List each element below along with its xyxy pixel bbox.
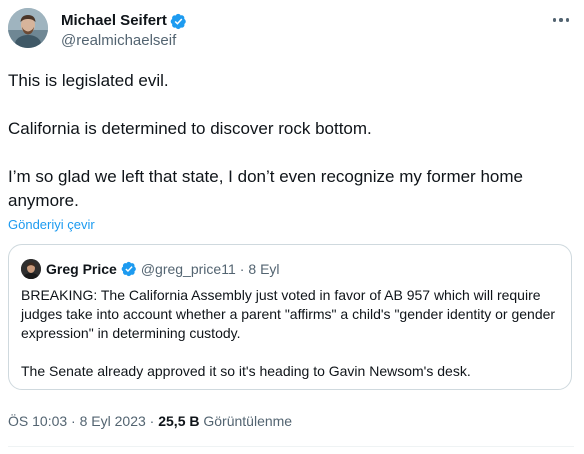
translate-post-link[interactable]: Gönderiyi çevir — [8, 216, 95, 234]
tweet-paragraph: California is determined to discover roc… — [8, 119, 372, 138]
views-count: 25,5 B — [158, 413, 200, 429]
more-options-icon — [559, 18, 563, 22]
tweet-paragraph: This is legislated evil. — [8, 71, 169, 90]
quoted-tweet[interactable]: Greg Price @greg_price11 · 8 Eyl BREAKIN… — [8, 244, 572, 390]
author-name[interactable]: Michael Seifert — [61, 11, 187, 31]
tweet-time[interactable]: ÖS 10:03 — [8, 413, 67, 429]
tweet-card: Michael Seifert @realmichaelseif This is… — [0, 0, 584, 454]
tweet-paragraph: I’m so glad we left that state, I don’t … — [8, 167, 523, 210]
quoted-tweet-header: Greg Price @greg_price11 · 8 Eyl — [46, 259, 280, 279]
quoted-author-handle: @greg_price11 — [140, 261, 236, 277]
separator-dot: · — [239, 261, 245, 277]
tweet-metadata: ÖS 10:03 · 8 Eyl 2023 · 25,5 B Görüntüle… — [8, 412, 292, 430]
quoted-author-name[interactable]: Greg Price — [46, 259, 117, 279]
author-handle[interactable]: @realmichaelseif — [61, 31, 176, 51]
author-avatar[interactable] — [8, 8, 48, 48]
separator-dot: · — [149, 413, 155, 429]
tweet-date[interactable]: 8 Eyl 2023 — [80, 413, 146, 429]
verified-badge-icon — [170, 13, 186, 29]
views-label: Görüntülenme — [203, 413, 293, 429]
more-options-icon — [565, 18, 570, 22]
quoted-paragraph: The Senate already approved it so it's h… — [21, 363, 471, 379]
separator-dot: · — [71, 413, 76, 429]
more-options-icon — [552, 18, 557, 22]
quoted-tweet-text: BREAKING: The California Assembly just v… — [21, 286, 561, 381]
tweet-text: This is legislated evil. California is d… — [8, 69, 573, 213]
divider — [8, 446, 574, 447]
quoted-paragraph: BREAKING: The California Assembly just v… — [21, 287, 556, 341]
author-name-text[interactable]: Michael Seifert — [61, 11, 167, 31]
quoted-tweet-date[interactable]: 8 Eyl — [248, 259, 279, 279]
quoted-author-avatar[interactable] — [21, 259, 41, 279]
more-options-button[interactable] — [548, 10, 574, 30]
verified-badge-icon — [121, 261, 136, 277]
